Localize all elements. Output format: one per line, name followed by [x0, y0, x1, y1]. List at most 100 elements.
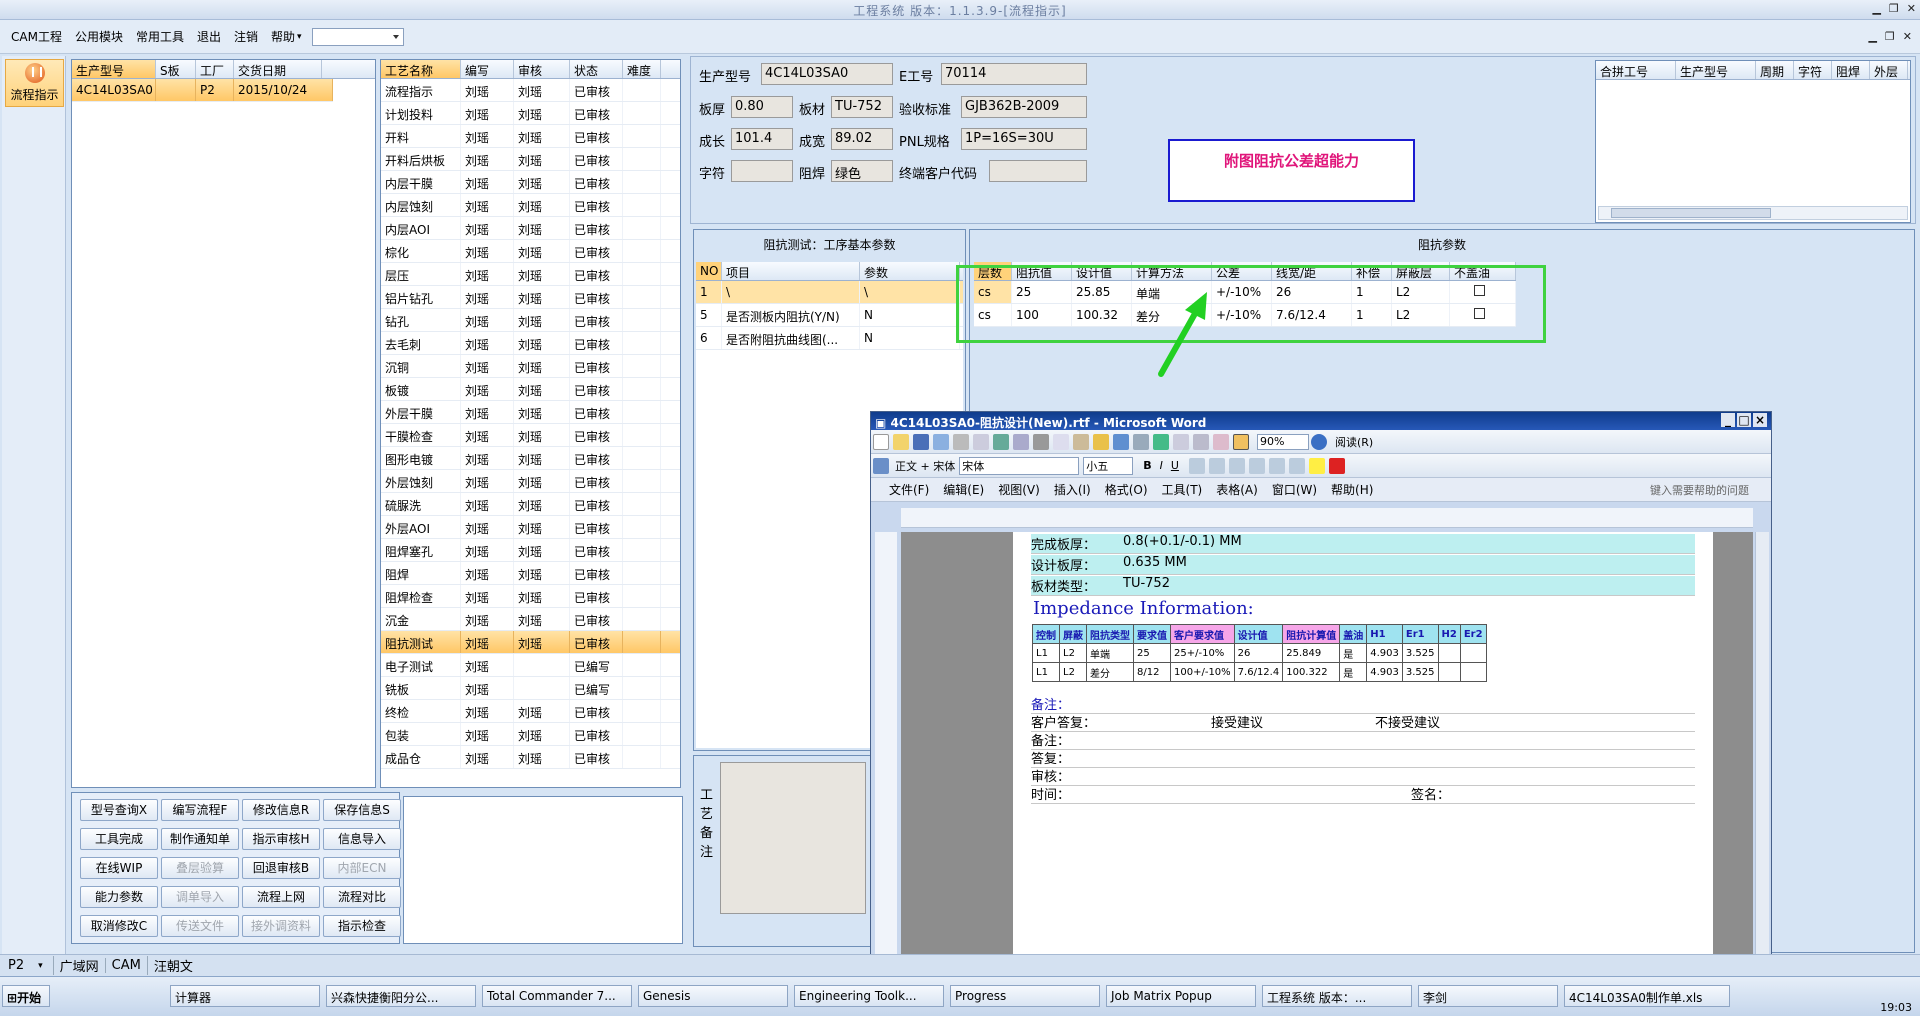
action-button[interactable]: 信息导入 — [323, 828, 401, 850]
table-row[interactable]: 铣板 刘瑶 已编写 — [381, 677, 680, 700]
save-icon[interactable] — [913, 433, 929, 450]
action-button[interactable]: 接外调资料 — [242, 915, 320, 937]
hyperlink-icon[interactable] — [1153, 433, 1169, 450]
task-job-matrix[interactable]: Job Matrix Popup — [1106, 985, 1256, 1007]
status-tab-wan[interactable]: 广域网 — [52, 956, 105, 975]
mdi-minimize-icon[interactable]: ▁ — [1868, 30, 1876, 43]
action-button[interactable]: 内部ECN — [323, 857, 401, 879]
menu-cam[interactable]: CAM工程 — [9, 26, 64, 47]
print-icon[interactable] — [953, 433, 969, 450]
table-row[interactable]: 沉铜 刘瑶 刘瑶 已审核 — [381, 355, 680, 378]
menu-combo[interactable] — [311, 27, 404, 46]
permission-icon[interactable] — [933, 433, 949, 450]
action-button[interactable]: 制作通知单 — [161, 828, 239, 850]
word-minimize-icon[interactable]: _ — [1721, 413, 1735, 427]
word-menu-file[interactable]: 文件(F) — [889, 481, 929, 498]
col-s-board[interactable]: S板 — [156, 60, 196, 78]
table-row[interactable]: 内层干膜 刘瑶 刘瑶 已审核 — [381, 171, 680, 194]
action-button[interactable]: 取消修改C — [80, 915, 158, 937]
table-row[interactable]: 外层AOI 刘瑶 刘瑶 已审核 — [381, 516, 680, 539]
table-row[interactable]: 层压 刘瑶 刘瑶 已审核 — [381, 263, 680, 286]
menu-logout[interactable]: 注销 — [232, 26, 260, 47]
col-tolerance[interactable]: 公差 — [1212, 262, 1272, 280]
undo-icon[interactable] — [1113, 433, 1129, 450]
task-excel[interactable]: 4C14L03SA0制作单.xls — [1564, 985, 1730, 1007]
word-menu-format[interactable]: 格式(O) — [1105, 481, 1148, 498]
mask-field[interactable]: 绿色 — [831, 160, 893, 182]
mdi-close-icon[interactable]: ✕ — [1903, 30, 1912, 43]
word-menu-help[interactable]: 帮助(H) — [1331, 481, 1373, 498]
pnl-field[interactable]: 1P=16S=30U — [961, 128, 1087, 150]
col-factory[interactable]: 工厂 — [196, 60, 234, 78]
help-icon[interactable] — [1311, 433, 1327, 450]
table-row[interactable]: 4C14L03SA0 P2 2015/10/24 — [72, 79, 333, 102]
word-menu-insert[interactable]: 插入(I) — [1054, 481, 1091, 498]
table-row[interactable]: cs 100 100.32 差分 +/-10% 7.6/12.4 1 L2 — [974, 304, 1516, 327]
align-right-icon[interactable] — [1228, 457, 1245, 474]
preview-icon[interactable] — [973, 433, 989, 450]
task-browser[interactable]: 兴森快捷衡阳分公... — [326, 985, 476, 1007]
action-button[interactable]: 在线WIP — [80, 857, 158, 879]
help-search-input[interactable]: 键入需要帮助的问题 — [1650, 482, 1749, 498]
italic-icon[interactable]: I — [1160, 459, 1163, 472]
table-row[interactable]: 开料 刘瑶 刘瑶 已审核 — [381, 125, 680, 148]
action-button[interactable]: 流程对比 — [323, 886, 401, 908]
new-doc-icon[interactable] — [873, 433, 889, 450]
copy-icon[interactable] — [1053, 433, 1069, 450]
spelling-icon[interactable] — [993, 433, 1009, 450]
col-imp-value[interactable]: 阻抗值 — [1012, 262, 1072, 280]
underline-icon[interactable]: U — [1171, 459, 1179, 472]
table-row[interactable]: 计划投料 刘瑶 刘瑶 已审核 — [381, 102, 680, 125]
numbering-icon[interactable] — [1268, 457, 1285, 474]
table-row[interactable]: 6 是否附阻抗曲线图(... N — [696, 327, 963, 350]
remark-field[interactable] — [720, 762, 866, 914]
col-period[interactable]: 周期 — [1756, 61, 1794, 79]
format-painter-icon[interactable] — [1093, 433, 1109, 450]
standard-field[interactable]: GJB362B-2009 — [961, 96, 1087, 118]
table-row[interactable]: 流程指示 刘瑶 刘瑶 已审核 — [381, 79, 680, 102]
table-row[interactable]: 沉金 刘瑶 刘瑶 已审核 — [381, 608, 680, 631]
table-row[interactable]: 包装 刘瑶 刘瑶 已审核 — [381, 723, 680, 746]
bold-icon[interactable]: B — [1143, 459, 1151, 472]
notes-box[interactable] — [403, 796, 683, 944]
action-button[interactable]: 叠层验算 — [161, 857, 239, 879]
bullets-icon[interactable] — [1288, 457, 1305, 474]
table-row[interactable]: 外层蚀刻 刘瑶 刘瑶 已审核 — [381, 470, 680, 493]
customer-code-field[interactable] — [989, 160, 1087, 182]
action-button[interactable]: 回退审核B — [242, 857, 320, 879]
word-menu-table[interactable]: 表格(A) — [1216, 481, 1258, 498]
word-menu-view[interactable]: 视图(V) — [998, 481, 1040, 498]
col-status[interactable]: 状态 — [570, 60, 623, 78]
columns-icon[interactable] — [1193, 433, 1209, 450]
table-row[interactable]: 外层干膜 刘瑶 刘瑶 已审核 — [381, 401, 680, 424]
col-method[interactable]: 计算方法 — [1132, 262, 1212, 280]
factory-combo[interactable]: P2 — [8, 958, 24, 973]
col-layer[interactable]: 层数 — [974, 262, 1012, 280]
table-row[interactable]: 1 \ \ — [696, 281, 963, 304]
table-row[interactable]: cs 25 25.85 单端 +/-10% 26 1 L2 — [974, 281, 1516, 304]
width-field[interactable]: 89.02 — [831, 128, 893, 150]
char-field[interactable] — [731, 160, 793, 182]
table-row[interactable]: 开料后烘板 刘瑶 刘瑶 已审核 — [381, 148, 680, 171]
scroll-thumb[interactable] — [1611, 208, 1771, 218]
no-oil-checkbox[interactable] — [1474, 308, 1485, 319]
research-icon[interactable] — [1013, 433, 1029, 450]
no-oil-checkbox[interactable] — [1474, 285, 1485, 296]
col-difficulty[interactable]: 难度 — [623, 60, 661, 78]
task-total-commander[interactable]: Total Commander 7... — [482, 985, 632, 1007]
maximize-icon[interactable]: ❐ — [1889, 2, 1899, 15]
paste-icon[interactable] — [1073, 433, 1089, 450]
align-left-icon[interactable] — [1188, 457, 1205, 474]
open-icon[interactable] — [893, 433, 909, 450]
table-row[interactable]: 内层蚀刻 刘瑶 刘瑶 已审核 — [381, 194, 680, 217]
col-delivery[interactable]: 交货日期 — [234, 60, 322, 78]
show-hide-icon[interactable] — [1233, 433, 1249, 450]
material-field[interactable]: TU-752 — [831, 96, 893, 118]
menu-help-dropdown-icon[interactable]: ▾ — [297, 32, 302, 42]
eno-field[interactable]: 70114 — [941, 63, 1087, 85]
col-shield[interactable]: 屏蔽层 — [1392, 262, 1450, 280]
action-button[interactable]: 型号查询X — [80, 799, 158, 821]
size-combo[interactable]: 小五 — [1083, 456, 1134, 475]
col-process[interactable]: 工艺名称 — [381, 60, 461, 78]
action-button[interactable]: 保存信息S — [323, 799, 401, 821]
